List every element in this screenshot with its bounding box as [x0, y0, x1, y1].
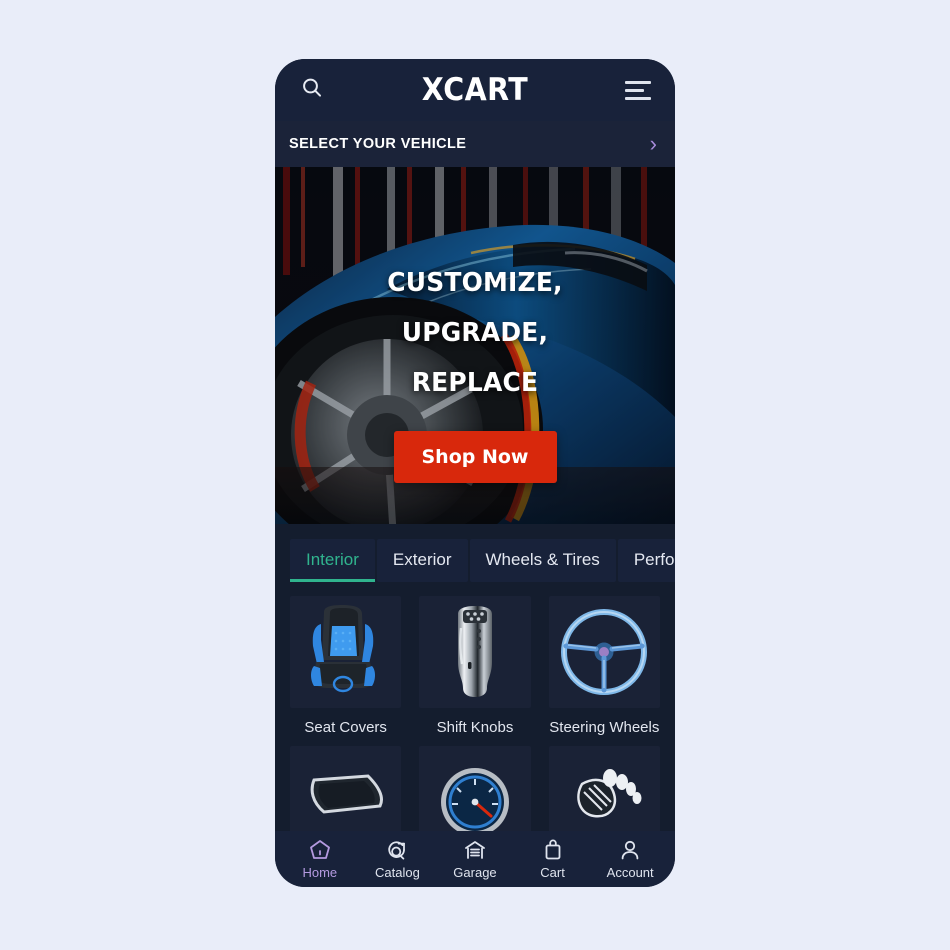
- shift-knob-icon: [457, 606, 492, 697]
- tab-exterior[interactable]: Exterior: [376, 538, 468, 582]
- category-card-seat-covers[interactable]: Seat Covers: [290, 596, 402, 736]
- floor-mat-icon: [310, 774, 383, 814]
- steering-wheel-icon: [561, 609, 648, 695]
- category-thumb: [290, 746, 402, 831]
- category-thumb: [548, 596, 660, 708]
- car-seat-icon: [310, 605, 375, 693]
- nav-item-garage[interactable]: Garage: [448, 838, 502, 879]
- select-vehicle-bar[interactable]: SELECT YOUR VEHICLE ›: [275, 121, 675, 167]
- nav-label: Home: [302, 864, 338, 880]
- select-vehicle-label: SELECT YOUR VEHICLE: [289, 136, 467, 152]
- hero-banner[interactable]: CUSTOMIZE, UPGRADE, REPLACE Shop Now: [275, 167, 675, 524]
- category-tabs: Interior Exterior Wheels & Tires Perform…: [275, 524, 675, 596]
- hero-headline-line1: CUSTOMIZE, UPGRADE,: [387, 268, 563, 348]
- bottom-navigation: Home Catalog Garage Cart Account: [275, 831, 675, 887]
- cart-bag-icon: [545, 839, 560, 859]
- category-card-steering-wheels[interactable]: Steering Wheels: [548, 596, 660, 736]
- nav-item-home[interactable]: Home: [293, 838, 347, 879]
- nav-label: Account: [606, 864, 654, 880]
- menu-button[interactable]: [621, 73, 655, 107]
- nav-item-cart[interactable]: Cart: [526, 838, 580, 879]
- category-label: Shift Knobs: [436, 719, 514, 736]
- account-person-icon: [621, 840, 639, 859]
- app-header: XCART: [275, 59, 675, 121]
- category-thumb: [290, 596, 402, 708]
- hero-headline-line2: REPLACE: [411, 367, 539, 398]
- category-label: Steering Wheels: [549, 719, 660, 736]
- category-thumb: [419, 746, 531, 831]
- search-button[interactable]: [295, 73, 329, 107]
- garage-icon: [465, 840, 485, 859]
- category-grid-scroll[interactable]: Seat Covers Shift Knobs Steering Wheels: [275, 596, 675, 831]
- category-thumb: [548, 746, 660, 831]
- category-card-gauges[interactable]: [419, 746, 531, 831]
- phone-frame: XCART SELECT YOUR VEHICLE › CUSTOMIZE, U…: [275, 59, 675, 887]
- hamburger-menu-icon: [625, 80, 651, 100]
- category-card-shift-knobs[interactable]: Shift Knobs: [419, 596, 531, 736]
- category-thumb: [419, 596, 531, 708]
- hero-headline: CUSTOMIZE, UPGRADE, REPLACE: [312, 259, 638, 409]
- catalog-search-icon: [388, 840, 406, 860]
- nav-label: Cart: [540, 864, 565, 880]
- search-icon: [300, 76, 324, 105]
- category-label: Seat Covers: [304, 719, 387, 736]
- nav-item-catalog[interactable]: Catalog: [370, 838, 424, 879]
- tab-performance[interactable]: Performance: [617, 538, 675, 582]
- home-icon: [309, 839, 330, 859]
- nav-item-account[interactable]: Account: [603, 838, 657, 879]
- tab-interior[interactable]: Interior: [290, 538, 375, 582]
- shop-now-button[interactable]: Shop Now: [393, 430, 557, 483]
- app-title: XCART: [421, 72, 529, 108]
- gauge-icon: [440, 768, 509, 831]
- nav-label: Garage: [453, 864, 497, 880]
- category-card-floor-mats[interactable]: [290, 746, 402, 831]
- tab-wheels-and-tires[interactable]: Wheels & Tires: [469, 538, 616, 582]
- chevron-right-icon: ›: [649, 131, 657, 156]
- pedal-covers-icon: [577, 769, 642, 818]
- category-card-pedal-covers[interactable]: [548, 746, 660, 831]
- nav-label: Catalog: [374, 864, 420, 880]
